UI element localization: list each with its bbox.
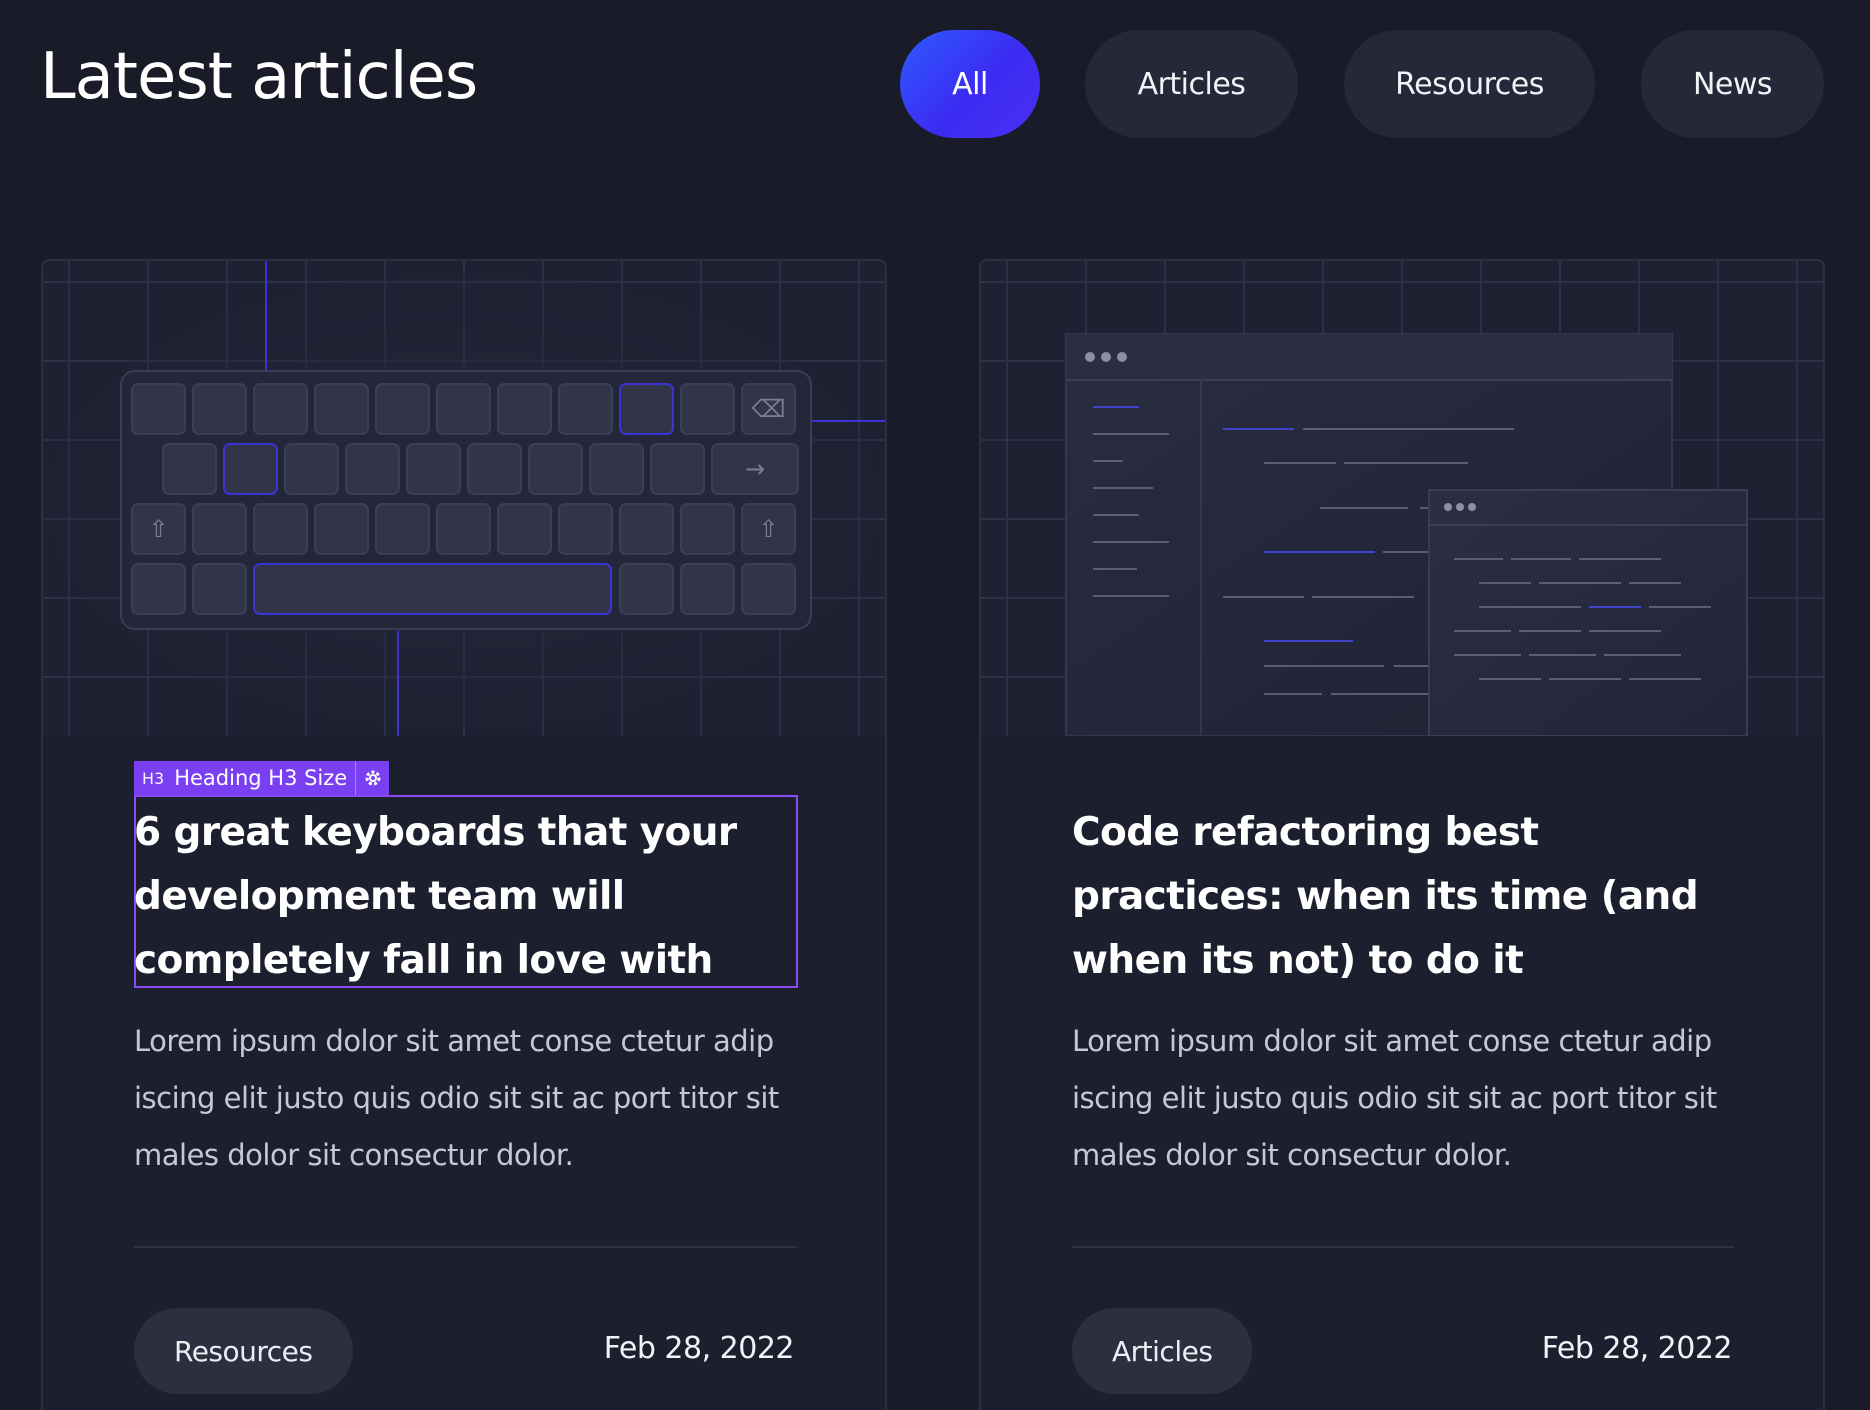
window-dot [1085,352,1095,362]
keyboard-key [589,443,644,495]
filter-tab-articles[interactable]: Articles [1085,30,1298,138]
code-editor-illustration [1065,333,1748,737]
gear-icon[interactable] [355,761,389,795]
window-dot [1456,503,1464,511]
card-divider [134,1246,796,1248]
keyboard-key [162,443,217,495]
filter-tab-all[interactable]: All [900,30,1040,138]
keyboard-key [680,563,735,615]
keyboard-key [253,563,612,615]
keyboard-key-glyph: → [745,455,765,483]
category-badge[interactable]: Articles [1072,1308,1253,1394]
keyboard-key [406,443,461,495]
article-card[interactable]: ⌫ → ⇧ ⇧ H3 Heading H3 Size 6 great keyboard… [41,259,887,1410]
keyboard-key [131,383,186,435]
keyboard-key [375,383,430,435]
keyboard-key [558,503,613,555]
keyboard-key [375,503,430,555]
keyboard-key [436,503,491,555]
keyboard-key [192,383,247,435]
article-card[interactable]: Code refactoring best practices: when it… [979,259,1825,1410]
filter-tab-news[interactable]: News [1641,30,1824,138]
window-dot [1468,503,1476,511]
article-date: Feb 28, 2022 [1541,1331,1733,1366]
keyboard-key [314,503,369,555]
window-dot [1117,352,1127,362]
keyboard-key [284,443,339,495]
article-excerpt: Lorem ipsum dolor sit amet conse ctetur … [1072,1024,1717,1172]
keyboard-key [223,443,278,495]
keyboard-key [497,503,552,555]
keyboard-key [131,563,186,615]
window-dot [1444,503,1452,511]
keyboard-key [436,383,491,435]
editor-heading-tag: H3 [142,768,165,788]
keyboard-key [192,503,247,555]
keyboard-key [619,563,674,615]
keyboard-key [528,443,583,495]
keyboard-key-glyph: ⌫ [751,395,786,423]
editor-heading-badge[interactable]: H3 Heading H3 Size [134,761,390,795]
keyboard-key [253,503,308,555]
keyboard-key [253,383,308,435]
filter-tab-resources[interactable]: Resources [1344,30,1595,138]
article-title[interactable]: 6 great keyboards that your development … [134,801,796,993]
keyboard-key [680,503,735,555]
keyboard-key [741,563,796,615]
keyboard-key [467,443,522,495]
keyboard-key-glyph: ⇧ [758,515,778,543]
category-badge[interactable]: Resources [134,1308,353,1394]
keyboard-illustration: ⌫ → ⇧ ⇧ [43,261,885,736]
keyboard-key [680,383,735,435]
editor-heading-label: Heading H3 Size [174,766,348,790]
card-divider [1072,1246,1734,1248]
filter-tabs: All Articles Resources News [0,30,1870,140]
article-excerpt: Lorem ipsum dolor sit amet conse ctetur … [134,1024,779,1172]
keyboard-key [314,383,369,435]
keyboard-key [345,443,400,495]
keyboard-key [619,503,674,555]
keyboard-key [619,383,674,435]
keyboard-key-glyph: ⇧ [148,515,168,543]
card-image-keyboard: ⌫ → ⇧ ⇧ [43,261,885,736]
article-title[interactable]: Code refactoring best practices: when it… [1072,801,1734,993]
keyboard-key [497,383,552,435]
card-image-code-editor [981,261,1823,737]
keyboard-key [192,563,247,615]
article-date: Feb 28, 2022 [603,1331,795,1366]
window-dot [1101,352,1111,362]
keyboard-key [558,383,613,435]
keyboard-key [650,443,705,495]
